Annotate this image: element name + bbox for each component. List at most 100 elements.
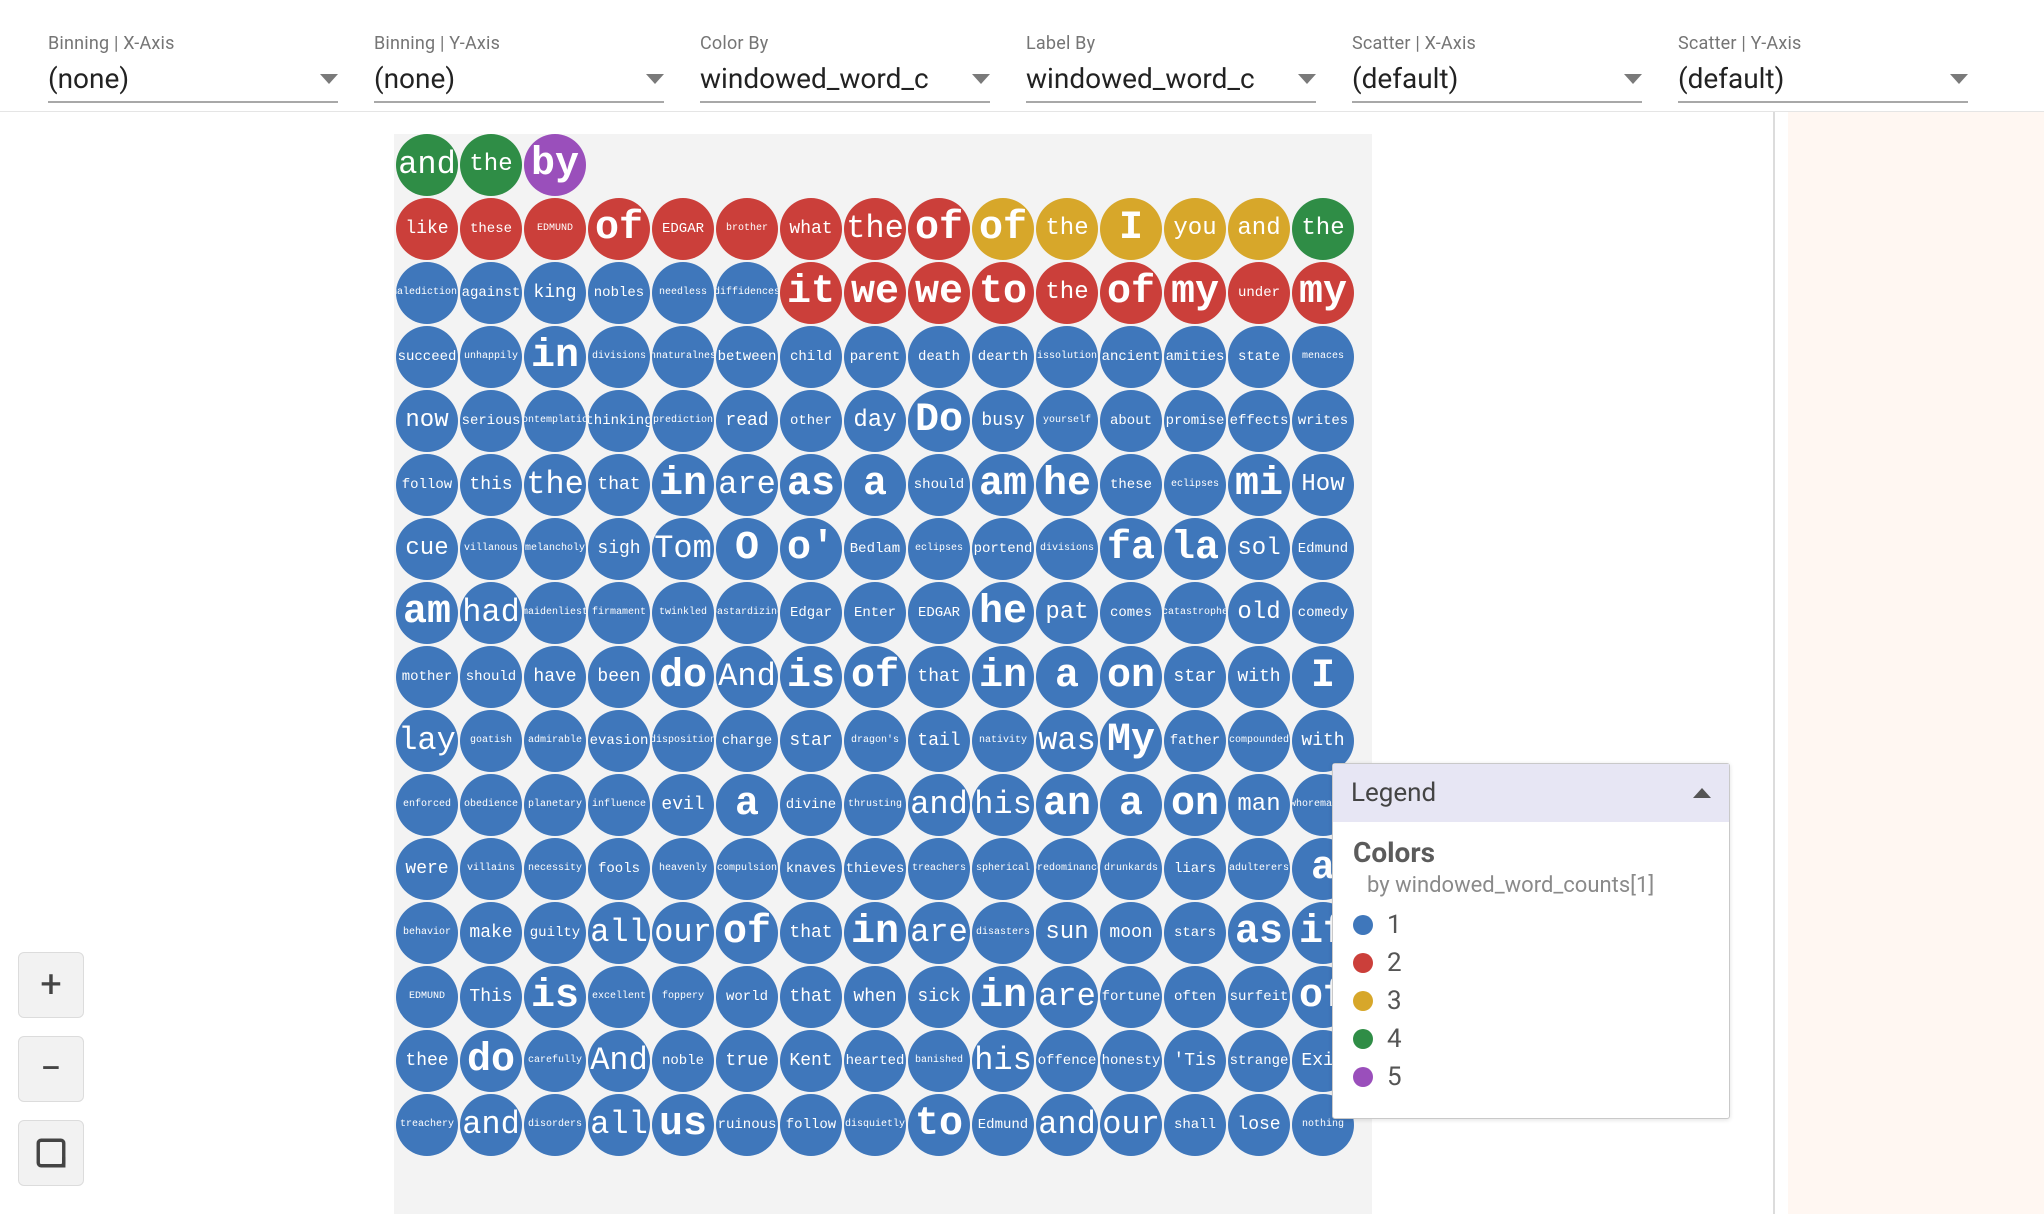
data-point[interactable]: a <box>716 774 778 836</box>
data-point[interactable]: true <box>716 1030 778 1092</box>
data-point[interactable]: disposition <box>652 710 714 772</box>
data-point[interactable]: were <box>396 838 458 900</box>
data-point[interactable]: eclipses <box>908 518 970 580</box>
data-point[interactable]: it <box>780 262 842 324</box>
data-point[interactable]: in <box>652 454 714 516</box>
data-point[interactable]: compounded <box>1228 710 1290 772</box>
data-point[interactable]: thrusting <box>844 774 906 836</box>
data-point[interactable]: sun <box>1036 902 1098 964</box>
data-point[interactable]: the <box>844 198 906 260</box>
binning-y-field[interactable]: Binning | Y-Axis (none) <box>374 33 664 103</box>
data-point[interactable]: mi <box>1228 454 1290 516</box>
data-point[interactable]: we <box>844 262 906 324</box>
data-point[interactable]: carefully <box>524 1030 586 1092</box>
data-point[interactable]: planetary <box>524 774 586 836</box>
data-point[interactable]: needless <box>652 262 714 324</box>
data-point[interactable]: father <box>1164 710 1226 772</box>
data-point[interactable]: Edgar <box>780 582 842 644</box>
data-point[interactable]: menaces <box>1292 326 1354 388</box>
fit-to-screen-button[interactable] <box>18 1120 84 1186</box>
data-point[interactable]: like <box>396 198 458 260</box>
data-point[interactable]: treachers <box>908 838 970 900</box>
data-point[interactable]: This <box>460 966 522 1028</box>
data-point[interactable]: I <box>1100 198 1162 260</box>
data-point[interactable]: to <box>908 1094 970 1156</box>
data-point[interactable]: follow <box>396 454 458 516</box>
data-point[interactable]: predominance <box>1036 838 1098 900</box>
data-point[interactable]: evasion <box>588 710 650 772</box>
data-point[interactable]: Enter <box>844 582 906 644</box>
data-point[interactable]: treachery <box>396 1094 458 1156</box>
data-point[interactable]: that <box>588 454 650 516</box>
data-point[interactable]: the <box>524 454 586 516</box>
legend-entry[interactable]: 4 <box>1353 1024 1709 1054</box>
data-point[interactable]: the <box>460 134 522 196</box>
legend-entry[interactable]: 2 <box>1353 948 1709 978</box>
data-point[interactable]: the <box>1292 198 1354 260</box>
data-point[interactable]: banished <box>908 1030 970 1092</box>
data-point[interactable]: follow <box>780 1094 842 1156</box>
data-point[interactable]: moon <box>1100 902 1162 964</box>
data-point[interactable]: the <box>1036 262 1098 324</box>
data-point[interactable]: unnaturalness <box>652 326 714 388</box>
data-point[interactable]: Kent <box>780 1030 842 1092</box>
data-point[interactable]: an <box>1036 774 1098 836</box>
data-point[interactable]: is <box>524 966 586 1028</box>
data-point[interactable]: melancholy <box>524 518 586 580</box>
data-point[interactable]: all <box>588 902 650 964</box>
data-point[interactable]: star <box>1164 646 1226 708</box>
data-point[interactable]: do <box>460 1030 522 1092</box>
data-point[interactable]: foppery <box>652 966 714 1028</box>
field-dropdown[interactable]: (default) <box>1678 60 1968 103</box>
data-point[interactable]: nativity <box>972 710 1034 772</box>
data-point[interactable]: writes <box>1292 390 1354 452</box>
data-point[interactable]: of <box>588 198 650 260</box>
data-point[interactable]: dragon's <box>844 710 906 772</box>
field-dropdown[interactable]: (none) <box>374 60 664 103</box>
data-point[interactable]: these <box>460 198 522 260</box>
data-point[interactable]: he <box>972 582 1034 644</box>
data-point[interactable]: heavenly <box>652 838 714 900</box>
data-point[interactable]: Bedlam <box>844 518 906 580</box>
data-point[interactable]: and <box>1036 1094 1098 1156</box>
data-point[interactable]: and <box>1228 198 1290 260</box>
data-point[interactable]: as <box>1228 902 1290 964</box>
data-point[interactable]: mother <box>396 646 458 708</box>
data-point[interactable]: fools <box>588 838 650 900</box>
field-dropdown[interactable]: windowed_word_c <box>1026 60 1316 103</box>
data-point[interactable]: that <box>908 646 970 708</box>
data-point[interactable]: brother <box>716 198 778 260</box>
data-point[interactable]: his <box>972 1030 1034 1092</box>
data-point[interactable]: now <box>396 390 458 452</box>
data-point[interactable]: EDGAR <box>908 582 970 644</box>
data-point[interactable]: have <box>524 646 586 708</box>
data-point[interactable]: compulsion <box>716 838 778 900</box>
data-point[interactable]: our <box>652 902 714 964</box>
data-point[interactable]: other <box>780 390 842 452</box>
data-point[interactable]: Edmund <box>1292 518 1354 580</box>
zoom-out-button[interactable]: − <box>18 1036 84 1102</box>
data-point[interactable]: pat <box>1036 582 1098 644</box>
data-point[interactable]: often <box>1164 966 1226 1028</box>
data-point[interactable]: lose <box>1228 1094 1290 1156</box>
data-point[interactable]: behavior <box>396 902 458 964</box>
data-point[interactable]: divisions <box>1036 518 1098 580</box>
data-point[interactable]: our <box>1100 1094 1162 1156</box>
data-point[interactable]: evil <box>652 774 714 836</box>
data-point[interactable]: are <box>908 902 970 964</box>
legend-entry[interactable]: 5 <box>1353 1062 1709 1092</box>
data-point[interactable]: make <box>460 902 522 964</box>
legend-entry[interactable]: 3 <box>1353 986 1709 1016</box>
data-point[interactable]: effects <box>1228 390 1290 452</box>
data-point[interactable]: I <box>1292 646 1354 708</box>
data-point[interactable]: spherical <box>972 838 1034 900</box>
data-point[interactable]: strange <box>1228 1030 1290 1092</box>
data-point[interactable]: state <box>1228 326 1290 388</box>
data-point[interactable]: of <box>1100 262 1162 324</box>
data-point[interactable]: and <box>460 1094 522 1156</box>
data-point[interactable]: between <box>716 326 778 388</box>
data-point[interactable]: by <box>524 134 586 196</box>
data-point[interactable]: as <box>780 454 842 516</box>
data-point[interactable]: sick <box>908 966 970 1028</box>
data-point[interactable]: firmament <box>588 582 650 644</box>
